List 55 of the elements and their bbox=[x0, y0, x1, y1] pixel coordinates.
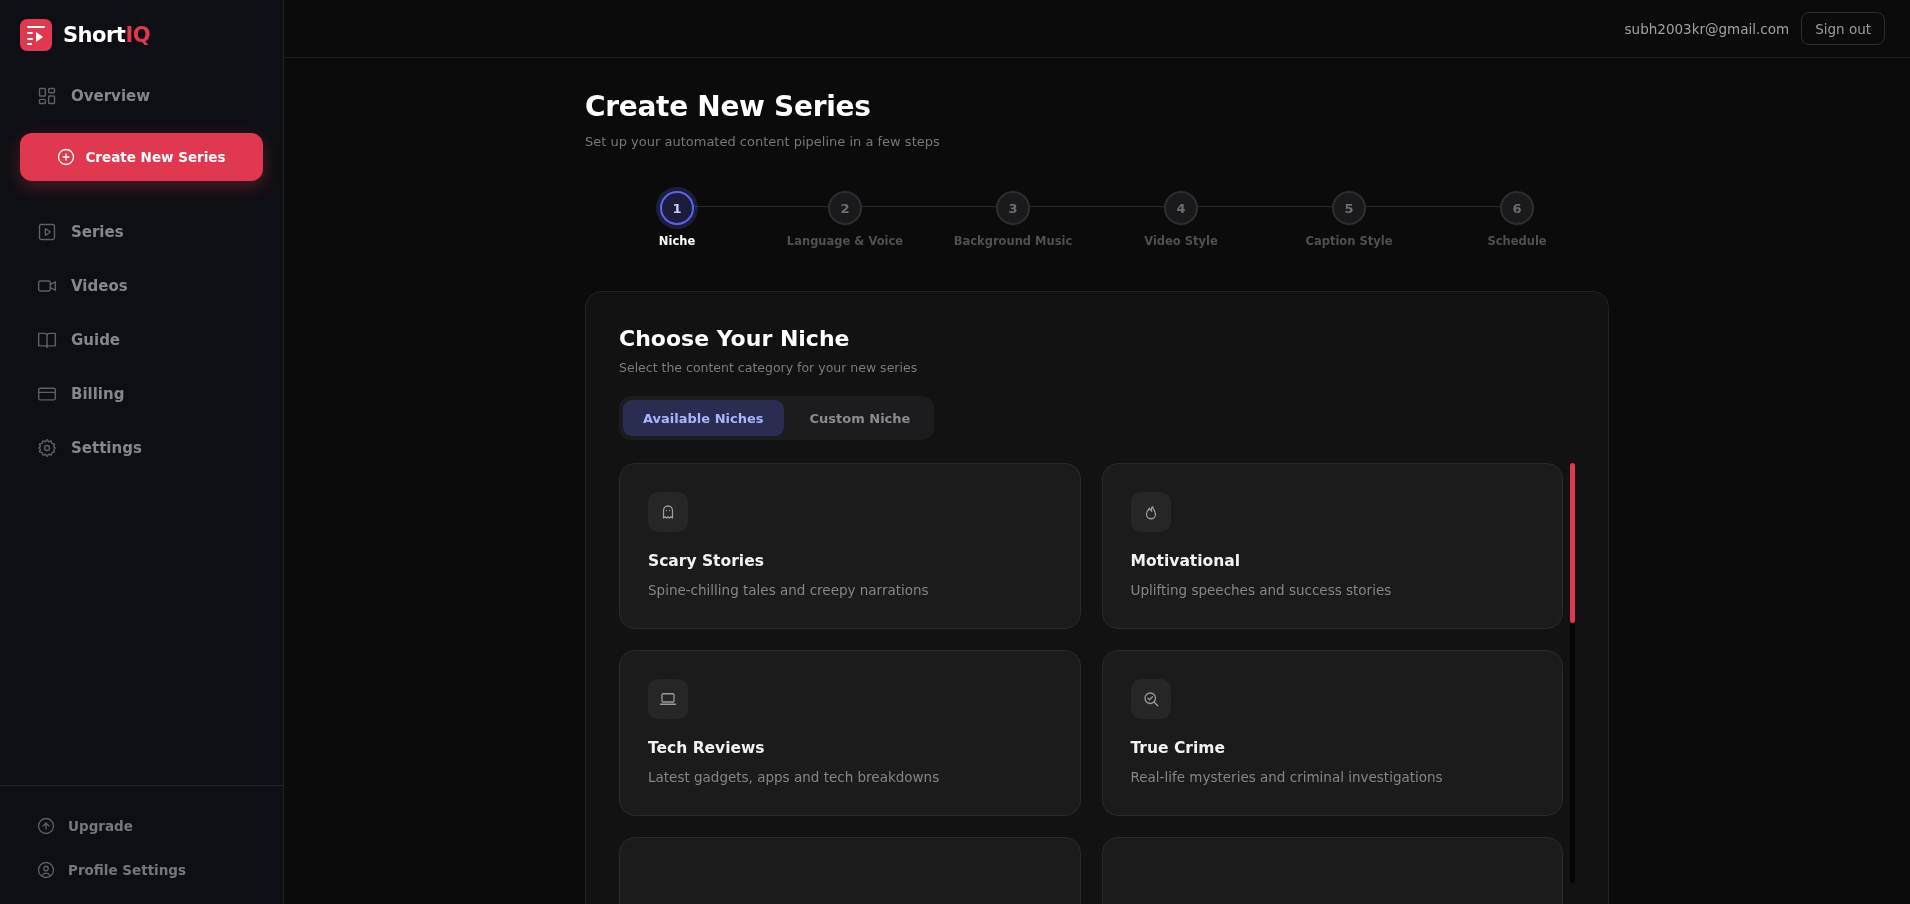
magnifier-check-icon bbox=[1141, 690, 1160, 708]
card-title: Tech Reviews bbox=[648, 739, 766, 757]
step-number[interactable]: 5 bbox=[1332, 191, 1366, 225]
tab[interactable]: Custom Niche bbox=[789, 400, 931, 436]
nav-link[interactable]: Videos bbox=[0, 259, 283, 313]
step-number[interactable]: 2 bbox=[828, 191, 862, 225]
panel-title: Choose Your Niche bbox=[619, 326, 851, 351]
step-label: Schedule bbox=[1487, 234, 1547, 248]
panel-subtitle: Select the content category for your new series bbox=[619, 360, 919, 375]
card-title: Scary Stories bbox=[648, 552, 765, 570]
nav-link[interactable]: Settings bbox=[0, 421, 283, 475]
card-title: True Crime bbox=[1130, 739, 1226, 757]
nav-link[interactable]: Series bbox=[0, 205, 283, 259]
niche-card[interactable]: Scary Stories Spine-chilling tales and creepy narrations bbox=[619, 463, 1081, 629]
card-description: Latest gadgets, apps and tech breakdowns bbox=[648, 769, 941, 785]
card-title: Motivational bbox=[1130, 552, 1242, 570]
logo-icon bbox=[20, 19, 52, 51]
book-icon bbox=[37, 330, 57, 350]
step-label: Language & Voice bbox=[786, 234, 904, 248]
step-label: Niche bbox=[658, 234, 696, 248]
step-number[interactable]: 4 bbox=[1164, 191, 1198, 225]
page-subtitle: Set up your automated content pipeline in a few steps bbox=[585, 134, 941, 149]
settings-icon bbox=[37, 438, 57, 458]
niche-card[interactable]: True Crime Real-life mysteries and criminal investigations bbox=[1101, 650, 1563, 816]
user-email: subh2003kr@gmail.com bbox=[1624, 20, 1790, 37]
scrollbar[interactable] bbox=[1570, 463, 1575, 883]
nav-link[interactable]: Overview bbox=[0, 69, 283, 123]
user-circle-icon bbox=[37, 861, 55, 879]
step-number[interactable]: 1 bbox=[660, 191, 694, 225]
credit-card-icon bbox=[37, 384, 57, 404]
nav-link[interactable]: Profile Settings bbox=[0, 848, 283, 892]
nav-link[interactable]: Upgrade bbox=[0, 804, 283, 848]
niche-card[interactable]: Tech Reviews Latest gadgets, apps and tech breakdowns bbox=[619, 650, 1081, 816]
brand-name: ShortIQ bbox=[63, 23, 151, 47]
card-description: Real-life mysteries and criminal investigations bbox=[1130, 769, 1444, 785]
card-description: Spine-chilling tales and creepy narrations bbox=[648, 582, 930, 598]
step-label: Caption Style bbox=[1305, 234, 1393, 248]
scrollbar-thumb[interactable] bbox=[1570, 463, 1575, 623]
laptop-icon bbox=[659, 690, 677, 708]
nav-link[interactable]: Billing bbox=[0, 367, 283, 421]
niche-card[interactable]: Motivational Uplifting speeches and success stories bbox=[1101, 463, 1563, 629]
nav-link[interactable]: Guide bbox=[0, 313, 283, 367]
step-number[interactable]: 6 bbox=[1500, 191, 1534, 225]
play-square-icon bbox=[37, 222, 57, 242]
tab[interactable]: Available Niches bbox=[623, 400, 784, 436]
sign-out-button[interactable]: Sign out bbox=[1801, 12, 1885, 45]
card-description: Uplifting speeches and success stories bbox=[1130, 582, 1393, 598]
step-number[interactable]: 3 bbox=[996, 191, 1030, 225]
grid-icon bbox=[37, 86, 57, 106]
step-label: Background Music bbox=[953, 234, 1073, 248]
create-series-button[interactable]: Create New Series bbox=[20, 133, 263, 181]
arrow-up-circle-icon bbox=[37, 817, 55, 835]
step-label: Video Style bbox=[1144, 234, 1218, 248]
page-title: Create New Series bbox=[585, 90, 872, 123]
plus-circle-icon bbox=[57, 148, 76, 166]
